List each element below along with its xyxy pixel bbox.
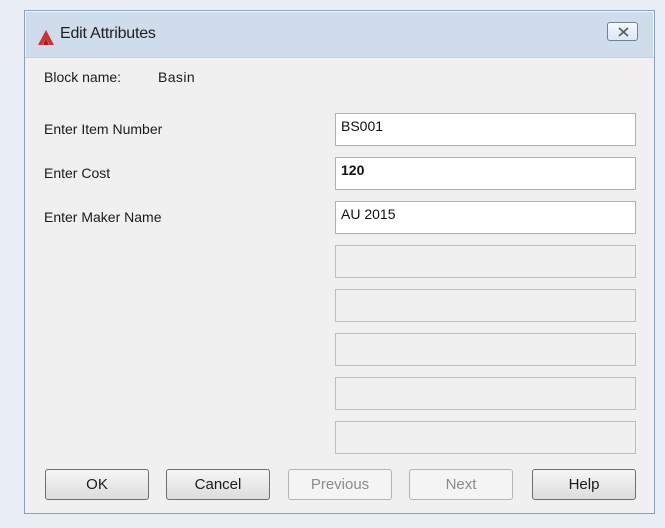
empty-attribute-field xyxy=(335,333,636,366)
block-name-value: Basin xyxy=(158,69,196,85)
title-bar[interactable]: Edit Attributes xyxy=(25,11,654,57)
cancel-button[interactable]: Cancel xyxy=(166,469,270,500)
maker-name-field[interactable] xyxy=(335,201,636,234)
autocad-a-icon xyxy=(38,30,54,45)
cost-field[interactable] xyxy=(335,157,636,190)
dialog-title: Edit Attributes xyxy=(60,25,156,42)
ok-button[interactable]: OK xyxy=(45,469,149,500)
empty-attribute-field xyxy=(335,289,636,322)
edit-attributes-dialog: Edit Attributes Block name: Basin Enter … xyxy=(24,10,655,514)
prompt-cost: Enter Cost xyxy=(44,165,111,181)
previous-button[interactable]: Previous xyxy=(288,469,392,500)
empty-attribute-field xyxy=(335,377,636,410)
close-button[interactable] xyxy=(607,22,638,41)
help-button[interactable]: Help xyxy=(532,469,636,500)
empty-attribute-field xyxy=(335,245,636,278)
close-icon xyxy=(618,27,629,37)
item-number-field[interactable] xyxy=(335,113,636,146)
next-button[interactable]: Next xyxy=(409,469,513,500)
empty-attribute-field xyxy=(335,421,636,454)
dialog-body: Block name: Basin Enter Item Number Ente… xyxy=(25,57,654,513)
prompt-maker-name: Enter Maker Name xyxy=(44,209,162,225)
block-name-label: Block name: xyxy=(44,69,122,85)
prompt-item-number: Enter Item Number xyxy=(44,121,163,137)
